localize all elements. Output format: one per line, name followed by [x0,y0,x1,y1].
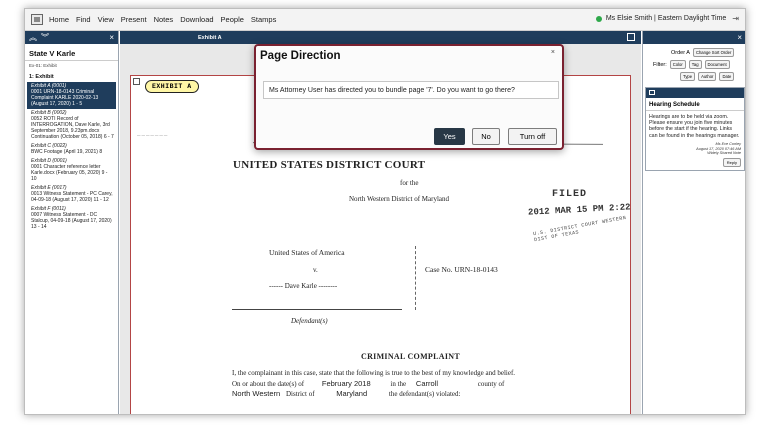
dialog-message: Ms Attorney User has directed you to bun… [263,81,559,99]
section-heading[interactable]: 1: Exhibit [25,70,118,82]
notes-toolbar: × [643,31,745,44]
filter-row: Filter: Color Tag Document [643,58,745,70]
page-select-checkbox[interactable] [133,78,140,85]
filter-date-button[interactable]: Date [719,72,735,81]
index-toolbar: ︽ ︾ × [25,31,118,44]
complaint-title: CRIMINAL COMPLAINT [361,352,460,361]
filled-district: North Western [232,389,281,398]
exhibit-body: 0007 Witness Statement - DC Stalcup, 04-… [31,212,112,230]
logout-icon[interactable]: ⇥ [732,14,739,23]
versus: v. [313,266,318,274]
menu-find[interactable]: Find [76,15,91,24]
filter-tag-button[interactable]: Tag [688,60,702,69]
exhibit-item[interactable]: Exhibit C (0022) BWC Footage (April 19, … [25,142,118,157]
text: On or about the date(s) of [232,380,305,388]
document-toolbar: Exhibit A [120,31,641,44]
defendant-name: ------ Dave Karle -------- [269,282,338,290]
filled-state: Maryland [336,389,368,398]
filled-date: February 2018 [321,379,371,388]
text: in the [390,380,407,388]
filter-document-button[interactable]: Document [704,60,730,69]
menu-present[interactable]: Present [121,15,147,24]
dialog-title: Page Direction [260,50,341,62]
exhibit-item[interactable]: Exhibit A (0001) 0001 URN-18-0143 Crimin… [27,82,116,109]
plaintiff-name: United States of America [269,248,345,257]
close-icon[interactable]: × [109,33,114,42]
text: the defendant(s) violated: [388,390,461,398]
menu-download[interactable]: Download [180,15,213,24]
expand-all-icon[interactable]: ︾ [41,32,49,43]
case-subtitle: Ex-01: Exhibit [29,63,57,68]
exhibit-body: 0013 Witness Statement - PC Carey, 04-09… [31,191,113,203]
exhibit-item[interactable]: Exhibit E (0017) 0013 Witness Statement … [25,184,118,205]
turn-off-button[interactable]: Turn off [508,128,557,145]
exhibit-body: 0001 URN-18-0143 Criminal Complaint KARL… [31,89,99,107]
exhibit-body: 0052 ROTI Record of INTERROGATION, Dave … [31,116,114,140]
defendants-label: Defendant(s) [291,317,328,325]
app-window: Home Find View Present Notes Download Pe… [24,8,746,415]
exhibit-item[interactable]: Exhibit F (0011) 0007 Witness Statement … [25,205,118,232]
menu-notes[interactable]: Notes [154,15,174,24]
menu-stamps[interactable]: Stamps [251,15,276,24]
filter-color-button[interactable]: Color [669,60,686,69]
menu-view[interactable]: View [98,15,114,24]
for-the: for the [400,179,419,187]
case-title: State V Karle [25,44,118,61]
note-icon [649,90,655,95]
yes-button[interactable]: Yes [434,128,465,145]
filter-author-button[interactable]: Author [698,72,717,81]
order-label: Order A [671,49,690,56]
user-status[interactable]: Ms Elsie Smith | Eastern Daylight Time ⇥ [595,14,739,23]
exhibit-item[interactable]: Exhibit B (0002) 0052 ROTI Record of INT… [25,109,118,142]
note-header [646,88,744,98]
text: District of [285,390,315,398]
reply-button[interactable]: Reply [722,158,741,168]
sort-row: Order A Change Sort Order [643,44,745,58]
note-title: Hearing Schedule [646,98,744,111]
close-icon[interactable]: × [551,49,555,56]
filled-county: Carroll [415,379,438,388]
complaint-date-line: On or about the date(s) of February 2018… [232,379,504,388]
exhibit-body: 0001 Character reference letter Karle.do… [31,164,108,182]
caption-underline [232,309,402,310]
change-sort-button[interactable]: Change Sort Order [692,48,735,57]
filter-row-2: Type Author Date [643,70,745,83]
menu-home[interactable]: Home [49,15,69,24]
note-share: Widely Shared Note [707,151,741,156]
case-number: Case No. URN-18-0143 [425,265,498,274]
exhibit-stamp: EXHIBIT A [145,80,199,93]
fullscreen-icon[interactable] [627,33,635,41]
complaint-district-line: North Western District of Maryland the d… [232,389,460,398]
filed-stamp: FILED [552,189,588,200]
close-icon[interactable]: × [737,33,742,42]
doc-header-small: — — — — — — — [137,133,168,137]
index-pane: ︽ ︾ × State V Karle Ex-01: Exhibit 1: Ex… [25,31,119,414]
menu-people[interactable]: People [221,15,244,24]
app-logo-icon [31,14,43,25]
complaint-paragraph: I, the complainant in this case, state t… [232,369,516,377]
text: county of [477,380,505,388]
district-name: North Western District of Maryland [349,195,450,203]
collapse-all-icon[interactable]: ︽ [29,32,37,43]
exhibit-body: BWC Footage (April 19, 2021) 8 [31,149,103,155]
user-name: Ms Elsie Smith | Eastern Daylight Time [605,15,727,22]
filter-type-button[interactable]: Type [680,72,696,81]
no-button[interactable]: No [472,128,500,145]
note-card[interactable]: Hearing Schedule Hearings are to be held… [645,87,745,172]
notes-pane: × Order A Change Sort Order Filter: Colo… [642,31,745,414]
filter-label: Filter: [653,61,667,68]
court-title: UNITED STATES DISTRICT COURT [233,159,426,171]
note-body: Hearings are to be held via zoom. Please… [649,114,740,139]
menu-bar: Home Find View Present Notes Download Pe… [25,9,745,31]
caption-divider [415,246,416,310]
document-tab[interactable]: Exhibit A [198,35,222,41]
online-status-icon [595,15,602,22]
exhibit-item[interactable]: Exhibit D (0001) 0001 Character referenc… [25,157,118,184]
page-direction-dialog: Page Direction × Ms Attorney User has di… [254,44,564,150]
